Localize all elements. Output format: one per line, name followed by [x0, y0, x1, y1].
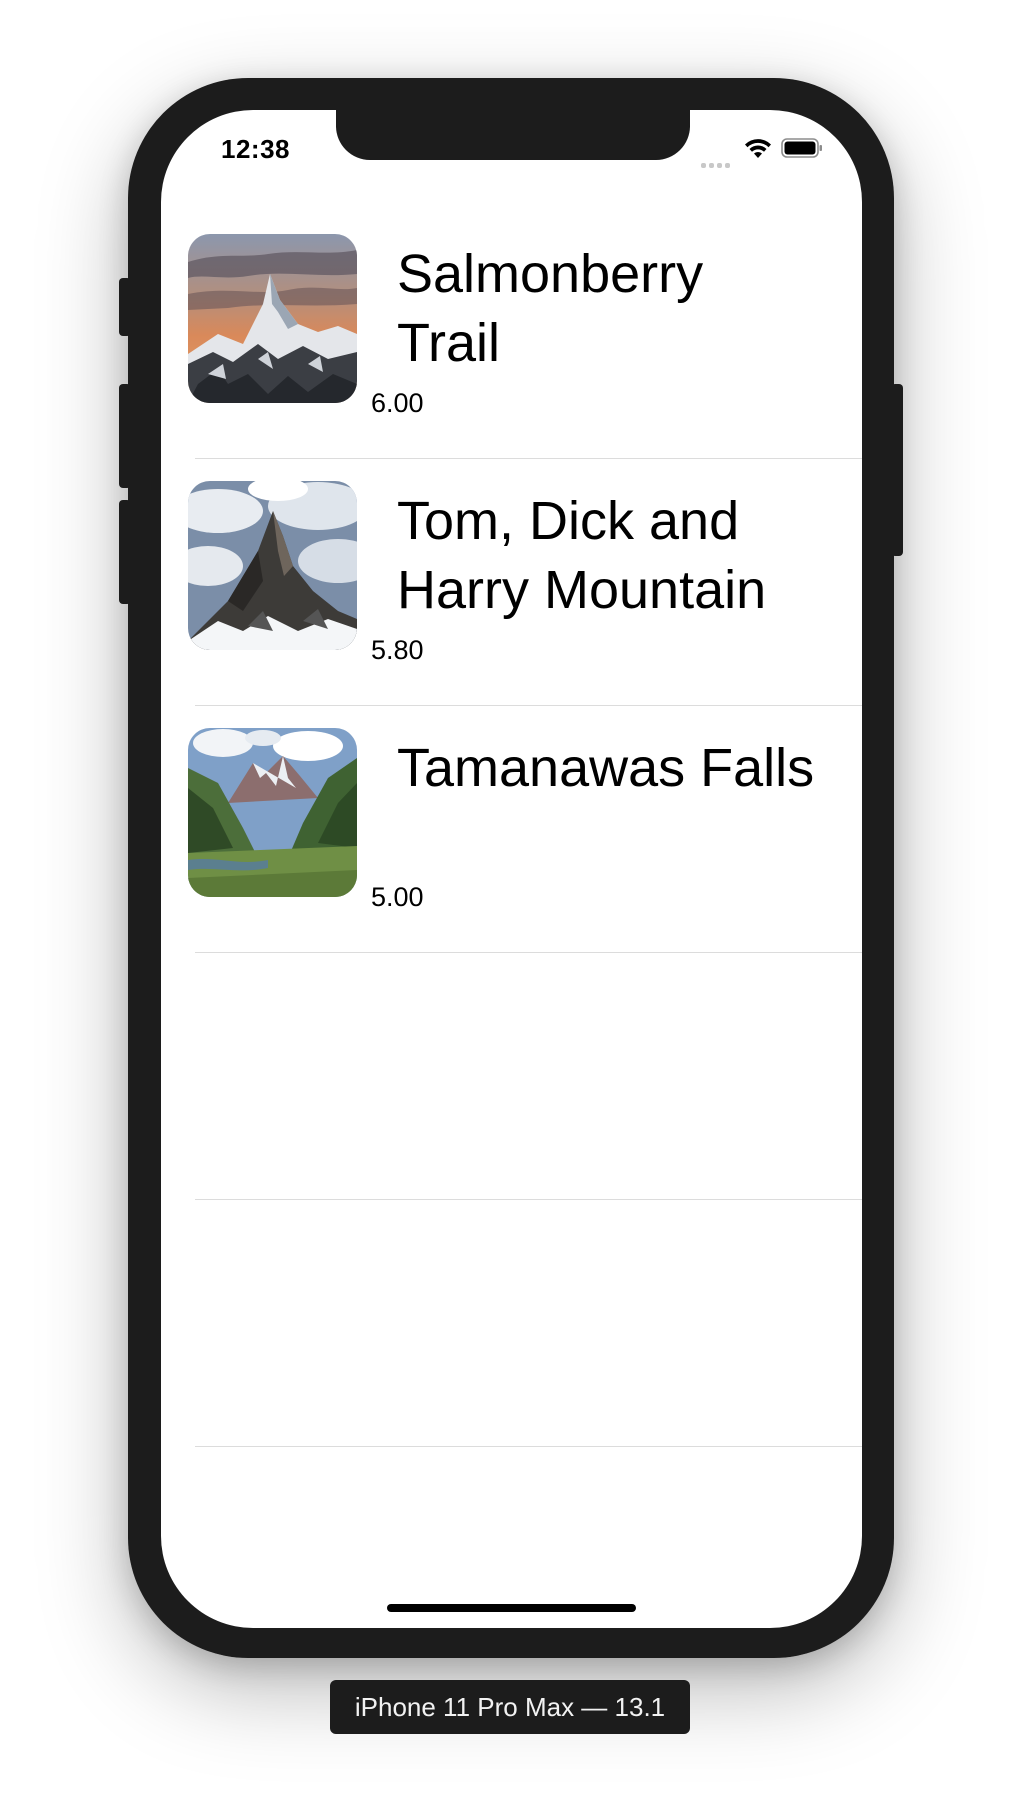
battery-icon: [781, 138, 822, 158]
empty-list-row: [161, 953, 862, 1200]
status-time: 12:38: [221, 134, 290, 164]
cellular-signal-icon: [701, 150, 735, 168]
trail-list[interactable]: Salmonberry Trail 6.00 Tom, Dick and Har…: [161, 212, 862, 1447]
trail-title: Tom, Dick and Harry Mountain: [397, 491, 767, 620]
trail-rating: 5.80: [371, 635, 424, 665]
simulator-stage: 12:38 Salmonberry Trail 6.00 Tom, Dick a…: [0, 0, 1022, 1806]
list-item[interactable]: Tamanawas Falls 5.00: [161, 706, 862, 953]
trail-title: Tamanawas Falls: [397, 738, 815, 798]
list-item[interactable]: Tom, Dick and Harry Mountain 5.80: [161, 459, 862, 706]
notch: [336, 110, 690, 160]
row-separator: [195, 1446, 862, 1447]
valley-lake-thumbnail: [188, 728, 357, 897]
mountain-sunset-thumbnail: [188, 234, 357, 403]
empty-list-row: [161, 1200, 862, 1447]
home-indicator[interactable]: [387, 1604, 636, 1612]
trail-rating: 5.00: [371, 882, 424, 912]
trail-rating: 6.00: [371, 388, 424, 418]
device-label: iPhone 11 Pro Max — 13.1: [330, 1680, 690, 1734]
list-item[interactable]: Salmonberry Trail 6.00: [161, 212, 862, 459]
trail-title: Salmonberry Trail: [397, 244, 704, 373]
wifi-icon: [745, 139, 771, 158]
phone-screen: 12:38 Salmonberry Trail 6.00 Tom, Dick a…: [161, 110, 862, 1628]
matterhorn-thumbnail: [188, 481, 357, 650]
